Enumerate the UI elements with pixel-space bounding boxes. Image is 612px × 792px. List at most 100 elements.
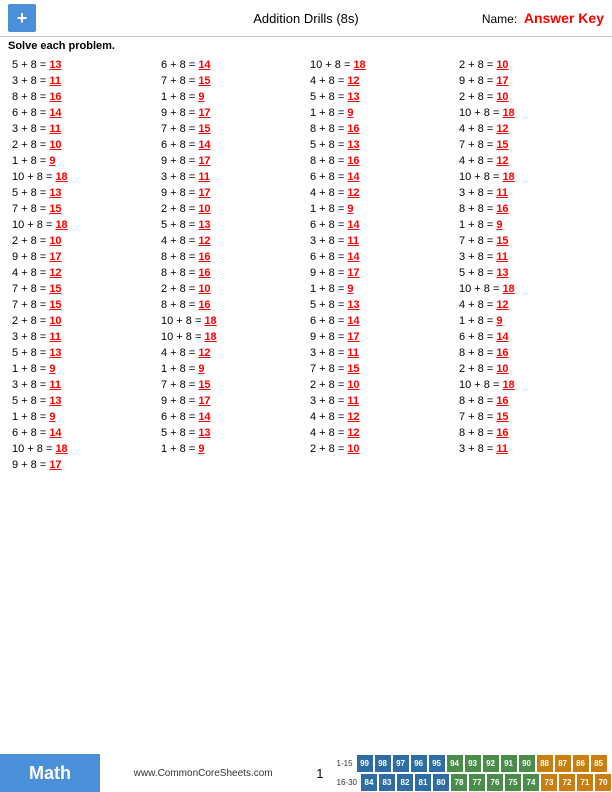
- score-cell: 83: [378, 773, 396, 792]
- problem-item: 7 + 8 = 15: [455, 233, 604, 249]
- problem-item: 10 + 8 = 18: [455, 169, 604, 185]
- problem-item: 3 + 8 = 11: [157, 169, 306, 185]
- problem-item: 10 + 8 = 18: [8, 441, 157, 457]
- score-cell: 77: [468, 773, 486, 792]
- header-title: Addition Drills (8s): [253, 11, 358, 26]
- problem-item: 7 + 8 = 15: [8, 297, 157, 313]
- score-cell: 72: [558, 773, 576, 792]
- problem-item: 1 + 8 = 9: [455, 217, 604, 233]
- problem-item: 3 + 8 = 11: [8, 73, 157, 89]
- header-name-area: Name: Answer Key: [482, 10, 604, 26]
- score-cell: 75: [504, 773, 522, 792]
- problem-item: 2 + 8 = 10: [306, 377, 455, 393]
- score-cell: 78: [450, 773, 468, 792]
- problem-item: 9 + 8 = 17: [157, 153, 306, 169]
- problem-item: 2 + 8 = 10: [455, 361, 604, 377]
- problem-item: 4 + 8 = 12: [8, 265, 157, 281]
- score-cell: 81: [414, 773, 432, 792]
- problem-item: 10 + 8 = 18: [157, 329, 306, 345]
- problem-item: 6 + 8 = 14: [8, 425, 157, 441]
- footer-url: www.CommonCoreSheets.com: [100, 754, 306, 792]
- problem-item: 6 + 8 = 14: [8, 105, 157, 121]
- problem-item: 5 + 8 = 13: [157, 217, 306, 233]
- problem-item: 2 + 8 = 10: [455, 57, 604, 73]
- logo: +: [8, 4, 36, 32]
- problem-item: 8 + 8 = 16: [306, 153, 455, 169]
- problem-item: 9 + 8 = 17: [8, 249, 157, 265]
- score-cell: 90: [518, 754, 536, 773]
- problem-item: 6 + 8 = 14: [306, 313, 455, 329]
- score-cell: 71: [576, 773, 594, 792]
- instruction: Solve each problem.: [0, 37, 612, 55]
- problem-item: 3 + 8 = 11: [455, 249, 604, 265]
- problem-item: 3 + 8 = 11: [306, 345, 455, 361]
- score-cell: 88: [536, 754, 554, 773]
- problem-item: 6 + 8 = 14: [306, 169, 455, 185]
- problems-container: 5 + 8 = 136 + 8 = 1410 + 8 = 182 + 8 = 1…: [0, 55, 612, 475]
- problem-item: 7 + 8 = 15: [157, 377, 306, 393]
- problem-item: 9 + 8 = 17: [306, 329, 455, 345]
- score-cell: 98: [374, 754, 392, 773]
- problem-item: 10 + 8 = 18: [8, 169, 157, 185]
- score-row: 16-308483828180787776757473727170: [334, 773, 612, 792]
- problem-item: 8 + 8 = 16: [306, 121, 455, 137]
- score-cell: 86: [572, 754, 590, 773]
- problem-item: 1 + 8 = 9: [306, 105, 455, 121]
- problem-item: 1 + 8 = 9: [306, 201, 455, 217]
- problem-item: 3 + 8 = 11: [306, 393, 455, 409]
- score-cell: 74: [522, 773, 540, 792]
- problem-item: 1 + 8 = 9: [8, 361, 157, 377]
- problem-item: 5 + 8 = 13: [157, 425, 306, 441]
- score-cell: 96: [410, 754, 428, 773]
- problem-item: 8 + 8 = 16: [157, 249, 306, 265]
- problem-item: 8 + 8 = 16: [157, 297, 306, 313]
- problem-item: 2 + 8 = 10: [8, 233, 157, 249]
- problem-item: 8 + 8 = 16: [157, 265, 306, 281]
- score-cell: 97: [392, 754, 410, 773]
- problem-item: 5 + 8 = 13: [306, 297, 455, 313]
- header: + Addition Drills (8s) Name: Answer Key: [0, 0, 612, 37]
- problem-item: 5 + 8 = 13: [306, 89, 455, 105]
- problem-item: 5 + 8 = 13: [8, 185, 157, 201]
- problem-item: 7 + 8 = 15: [455, 137, 604, 153]
- problem-item: 3 + 8 = 11: [455, 441, 604, 457]
- problem-item: 4 + 8 = 12: [306, 409, 455, 425]
- problem-item: 10 + 8 = 18: [455, 105, 604, 121]
- score-cell: 76: [486, 773, 504, 792]
- problem-item: 2 + 8 = 10: [306, 441, 455, 457]
- problem-item: 1 + 8 = 9: [455, 313, 604, 329]
- problem-item: 10 + 8 = 18: [8, 217, 157, 233]
- problem-item: 1 + 8 = 9: [306, 281, 455, 297]
- score-range-label: 16-30: [334, 778, 360, 787]
- problem-item: 6 + 8 = 14: [455, 329, 604, 345]
- problem-item: 7 + 8 = 15: [306, 361, 455, 377]
- problem-item: 8 + 8 = 16: [455, 393, 604, 409]
- problem-item: 3 + 8 = 11: [306, 233, 455, 249]
- score-cell: 91: [500, 754, 518, 773]
- problem-item: 4 + 8 = 12: [157, 345, 306, 361]
- problem-item: 9 + 8 = 17: [8, 457, 157, 473]
- problem-item: 1 + 8 = 9: [157, 89, 306, 105]
- problem-item: 5 + 8 = 13: [8, 57, 157, 73]
- problem-item: 5 + 8 = 13: [8, 345, 157, 361]
- score-row: 1-159998979695949392919088878685: [334, 754, 612, 773]
- problem-item: 7 + 8 = 15: [157, 121, 306, 137]
- score-range-label: 1-15: [334, 759, 356, 768]
- problem-item: 3 + 8 = 11: [8, 329, 157, 345]
- score-cell: 84: [360, 773, 378, 792]
- problem-item: 4 + 8 = 12: [455, 297, 604, 313]
- problem-item: 4 + 8 = 12: [455, 121, 604, 137]
- problem-item: 8 + 8 = 16: [455, 345, 604, 361]
- score-cell: 73: [540, 773, 558, 792]
- footer-page: 1: [306, 754, 333, 792]
- problem-item: 2 + 8 = 10: [455, 89, 604, 105]
- problem-item: 10 + 8 = 18: [455, 377, 604, 393]
- problem-item: 3 + 8 = 11: [8, 121, 157, 137]
- problem-item: 5 + 8 = 13: [455, 265, 604, 281]
- logo-symbol: +: [17, 8, 28, 29]
- problem-item: 4 + 8 = 12: [306, 185, 455, 201]
- problem-item: 3 + 8 = 11: [8, 377, 157, 393]
- score-cell: 99: [356, 754, 374, 773]
- problem-item: 7 + 8 = 15: [8, 281, 157, 297]
- page-wrapper: + Addition Drills (8s) Name: Answer Key …: [0, 0, 612, 475]
